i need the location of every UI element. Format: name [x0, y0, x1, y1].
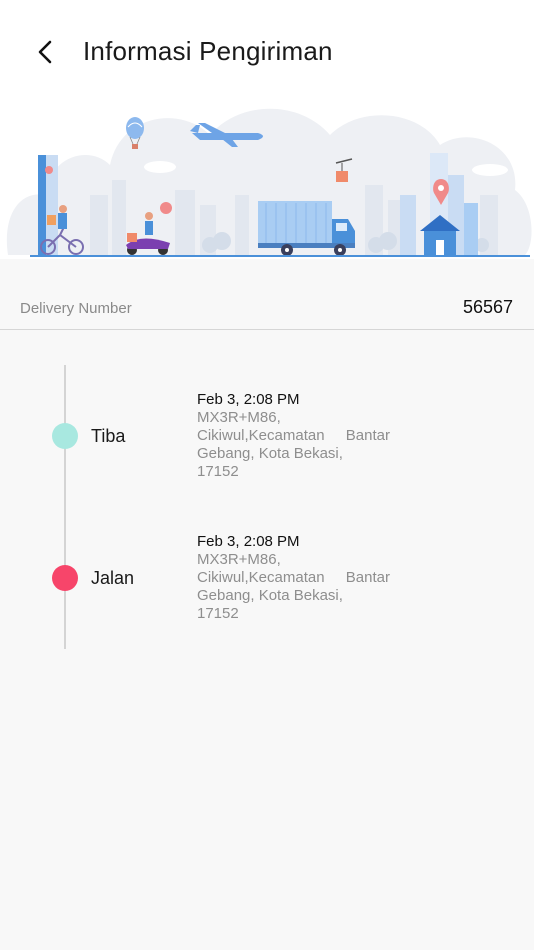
delivery-number-row: Delivery Number 56567	[0, 284, 534, 330]
page-title: Informasi Pengiriman	[83, 36, 333, 66]
timeline-line	[64, 365, 66, 649]
chevron-left-icon	[38, 40, 52, 64]
status-label-jalan: Jalan	[91, 568, 135, 588]
event-address: MX3R+M86, Cikiwul,Kecamatan Bantar Geban…	[197, 409, 390, 480]
delivery-illustration	[0, 95, 534, 259]
status-label-tiba: Tiba	[91, 426, 126, 446]
delivery-number-value: 56567	[462, 297, 513, 317]
event-time: Feb 3, 2:08 PM	[197, 391, 300, 408]
app-header: Informasi Pengiriman	[0, 0, 534, 100]
status-dot-tiba	[52, 423, 78, 449]
event-address: MX3R+M86, Cikiwul,Kecamatan Bantar Geban…	[197, 551, 390, 622]
back-button[interactable]	[30, 34, 62, 70]
status-dot-jalan	[52, 565, 78, 591]
delivery-number-label: Delivery Number	[20, 300, 132, 317]
event-time: Feb 3, 2:08 PM	[197, 533, 300, 550]
